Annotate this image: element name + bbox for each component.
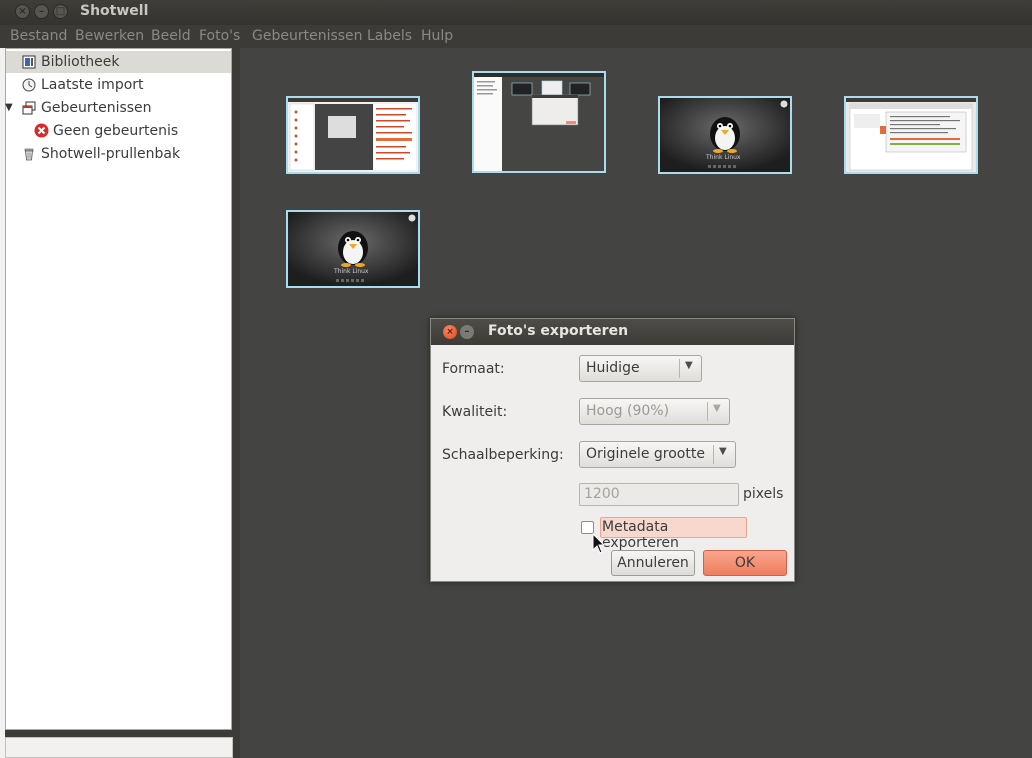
sidebar-item-bibliotheek[interactable]: Bibliotheek [6,51,231,73]
sidebar-label: Bibliotheek [41,54,120,70]
sidebar-label: Gebeurtenissen [41,100,152,116]
menu-bestand[interactable]: Bestand [10,28,67,44]
events-icon [22,101,36,115]
menu-bewerken[interactable]: Bewerken [75,28,144,44]
pixels-value: 1200 [584,486,620,502]
format-combobox[interactable]: Huidige ▼ [579,355,702,382]
window-titlebar: × – □ Shotwell [0,0,1032,25]
dialog-titlebar: × – Foto's exporteren [431,319,794,345]
photo-thumbnail[interactable] [844,96,978,174]
sidebar-item-gebeurtenissen[interactable]: ▼ Gebeurtenissen [5,97,231,119]
cancel-button[interactable]: Annuleren [611,550,695,576]
expander-down-icon[interactable]: ▼ [5,97,13,119]
sidebar-footer [5,737,233,758]
dialog-title: Foto's exporteren [488,323,629,339]
menu-fotos[interactable]: Foto's [199,28,240,44]
photo-image [846,98,976,172]
format-value: Huidige [586,360,640,376]
pixels-input[interactable]: 1200 [579,483,739,506]
chevron-down-icon: ▼ [713,403,721,414]
photo-image [288,98,418,172]
pixels-unit-label: pixels [743,486,784,502]
chevron-down-icon: ▼ [719,446,727,457]
trash-icon [24,148,34,161]
quality-combobox[interactable]: Hoog (90%) ▼ [579,398,730,425]
sidebar-item-laatste-import[interactable]: Laatste import [6,74,231,96]
window-title: Shotwell [80,3,149,19]
photo-thumbnail[interactable]: Think Linux [286,210,420,288]
metadata-label: Metadata exporteren [602,519,679,551]
window-minimize-button[interactable]: – [34,4,49,19]
photo-thumbnail[interactable] [472,71,606,173]
photo-caption: Think Linux [334,268,369,275]
scale-label: Schaalbeperking: [442,447,564,463]
menubar: Bestand Bewerken Beeld Foto's Gebeurteni… [0,25,1032,48]
photo-thumbnail[interactable] [286,96,420,174]
ok-button[interactable]: OK [703,550,787,576]
photo-thumbnail[interactable]: Think Linux [658,96,792,174]
photo-caption: Think Linux [706,154,741,161]
sidebar: Bibliotheek Laatste import ▼ Gebeurtenis… [5,48,232,730]
menu-labels[interactable]: Labels [367,28,412,44]
format-label: Formaat: [442,361,505,377]
dialog-close-button[interactable]: × [443,325,457,339]
sidebar-item-prullenbak[interactable]: Shotwell-prullenbak [6,143,231,165]
error-icon [34,123,49,138]
menu-beeld[interactable]: Beeld [151,28,191,44]
photo-image [474,73,604,171]
chevron-down-icon: ▼ [685,360,693,371]
library-icon [22,55,36,69]
dialog-minimize-button[interactable]: – [460,325,474,339]
clock-icon [22,78,36,92]
sidebar-item-geen-gebeurtenis[interactable]: Geen gebeurtenis [6,120,231,142]
quality-label: Kwaliteit: [442,404,508,420]
menu-gebeurtenissen[interactable]: Gebeurtenissen [252,28,363,44]
window-maximize-button[interactable]: □ [53,4,68,19]
quality-value: Hoog (90%) [586,403,670,419]
scale-value: Originele grootte [586,446,705,462]
window-close-button[interactable]: × [15,4,30,19]
mouse-cursor-icon [592,533,606,554]
metadata-focus-highlight[interactable]: Metadata exporteren [600,517,747,551]
scale-combobox[interactable]: Originele grootte ▼ [579,441,736,468]
sidebar-label: Shotwell-prullenbak [41,146,181,162]
export-dialog: × – Foto's exporteren Formaat: Huidige ▼… [430,318,795,582]
sidebar-label: Geen gebeurtenis [53,123,179,139]
sidebar-label: Laatste import [41,77,144,93]
menu-hulp[interactable]: Hulp [421,28,453,44]
